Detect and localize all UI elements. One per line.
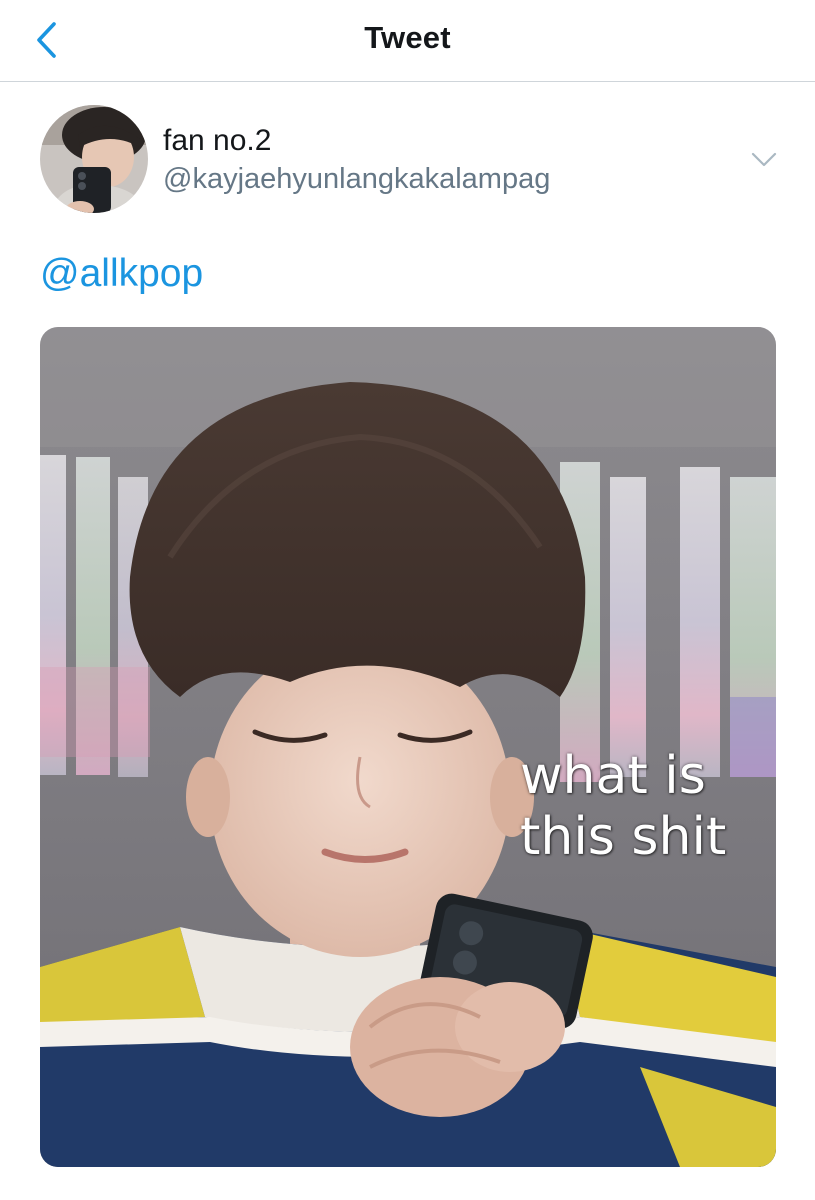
- caption-line: this shit: [520, 807, 727, 867]
- tweet-media-image[interactable]: what is this shit: [40, 327, 776, 1167]
- meme-caption: what is this shit: [520, 746, 726, 868]
- author-display-name[interactable]: fan no.2: [163, 124, 271, 158]
- tweet-text: @allkpop: [40, 252, 203, 296]
- page-title: Tweet: [364, 20, 451, 55]
- author-handle[interactable]: @kayjaehyunlangkakalampag: [163, 163, 550, 196]
- caption-line: what is: [520, 746, 706, 806]
- avatar[interactable]: [40, 105, 148, 213]
- nav-header: Tweet: [0, 0, 815, 82]
- chevron-down-icon: [751, 152, 777, 167]
- tweet-detail-screen: Tweet fan no.2 @kayjaehyunlangkakalampag: [0, 0, 815, 1200]
- tweet-menu-button[interactable]: [748, 146, 780, 172]
- avatar-image: [40, 105, 148, 213]
- mention-link[interactable]: @allkpop: [40, 252, 203, 295]
